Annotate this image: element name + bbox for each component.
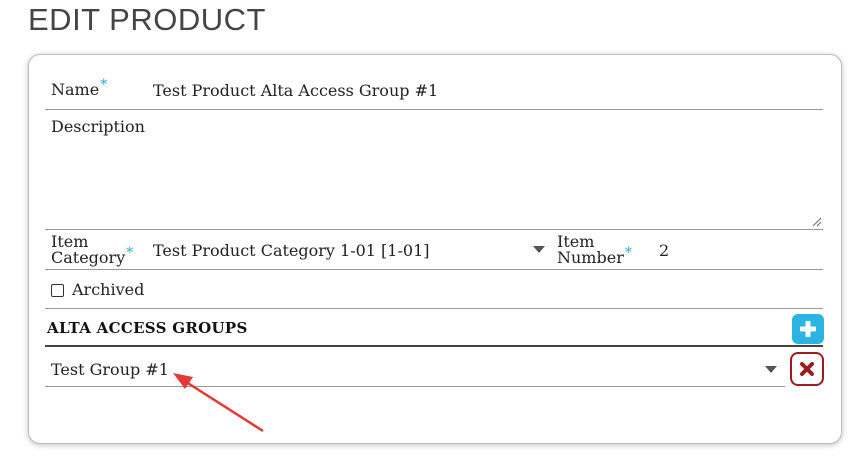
resize-handle-icon[interactable]	[812, 217, 822, 227]
section-divider	[45, 345, 823, 347]
add-access-group-button[interactable]	[792, 314, 824, 344]
description-textarea[interactable]	[153, 115, 823, 227]
category-row-underline	[45, 269, 823, 270]
access-groups-heading: ALTA ACCESS GROUPS	[47, 319, 248, 337]
description-label: Description	[51, 117, 145, 136]
item-category-select[interactable]: Test Product Category 1-01 [1-01]	[150, 236, 548, 266]
required-marker: *	[100, 76, 108, 93]
chevron-down-icon	[765, 366, 777, 373]
item-category-label: Item Category*	[51, 234, 133, 266]
name-underline	[45, 109, 823, 110]
required-marker: *	[126, 244, 134, 261]
archived-checkbox[interactable]	[51, 284, 64, 297]
chevron-down-icon	[533, 246, 545, 253]
item-number-label: Item Number*	[557, 234, 632, 266]
remove-access-group-button[interactable]	[790, 352, 824, 386]
name-label-text: Name	[51, 80, 100, 99]
required-marker: *	[624, 244, 632, 261]
description-underline	[45, 229, 823, 230]
name-input[interactable]: Test Product Alta Access Group #1	[153, 81, 813, 100]
x-icon	[800, 362, 814, 376]
access-group-value: Test Group #1	[51, 360, 169, 379]
item-category-value: Test Product Category 1-01 [1-01]	[153, 241, 430, 260]
plus-icon	[800, 321, 816, 337]
item-number-label-line2: Number	[557, 248, 624, 267]
item-category-label-line2: Category	[51, 248, 126, 267]
access-group-underline	[45, 386, 785, 387]
access-group-select[interactable]: Test Group #1	[45, 352, 785, 386]
archived-label: Archived	[72, 280, 145, 299]
name-label: Name*	[51, 76, 108, 99]
item-number-input[interactable]: 2	[659, 241, 819, 260]
page-title: EDIT PRODUCT	[28, 2, 266, 37]
archived-underline	[45, 308, 823, 309]
